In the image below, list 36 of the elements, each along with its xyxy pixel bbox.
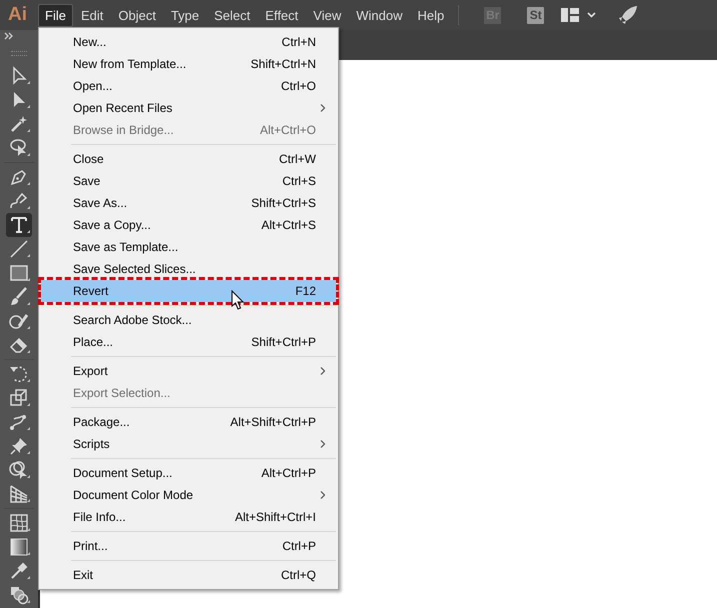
menu-item[interactable]: Package... Alt+Shift+Ctrl+P [41,411,336,433]
menu-item[interactable]: Document Setup... Alt+Ctrl+P [41,462,336,484]
menu-item[interactable]: New... Ctrl+N [41,31,336,53]
expand-icon[interactable] [4,32,14,40]
menu-item[interactable]: Window [349,4,410,26]
cursor-icon [231,290,245,311]
menu-item[interactable]: Effect [258,4,306,26]
rocket-icon[interactable] [618,5,638,25]
menu-item[interactable]: Place... Shift+Ctrl+P [41,331,336,353]
menu-item[interactable]: Save As... Shift+Ctrl+S [41,192,336,214]
menu-item[interactable]: File [38,4,73,26]
menu-item[interactable]: Search Adobe Stock... [41,309,336,331]
menu-item[interactable]: Save a Copy... Alt+Ctrl+S [41,214,336,236]
chevron-icon[interactable] [587,12,596,18]
menu-item[interactable]: Exit Ctrl+Q [41,564,336,586]
app-logo: Ai [8,4,28,26]
menu-item[interactable]: Edit [74,4,110,26]
menu-item[interactable]: Print... Ctrl+P [41,535,336,557]
menu-item[interactable]: Open Recent Files [41,97,336,119]
menu-item[interactable]: File Info... Alt+Shift+Ctrl+I [41,506,336,528]
menu-item[interactable]: Select [207,4,258,26]
menu-item[interactable]: Close Ctrl+W [41,148,336,170]
menu-item[interactable]: Save Ctrl+S [41,170,336,192]
menu-item[interactable]: View [306,4,348,26]
menu-item[interactable]: New from Template... Shift+Ctrl+N [41,53,336,75]
menu-item[interactable]: Save as Template... [41,236,336,258]
menu-item[interactable]: Scripts [41,433,336,455]
menu-item[interactable]: Object [111,4,163,26]
menu-item[interactable]: Open... Ctrl+O [41,75,336,97]
menu-item[interactable]: Document Color Mode [41,484,336,506]
menu-item[interactable]: Save Selected Slices... [41,258,336,280]
menu-item[interactable]: Type [164,4,206,26]
workspace-icon[interactable] [561,8,580,22]
menu-item[interactable]: Help [410,4,452,26]
type-tool[interactable] [6,213,32,237]
menu-item[interactable]: Export [41,360,336,382]
